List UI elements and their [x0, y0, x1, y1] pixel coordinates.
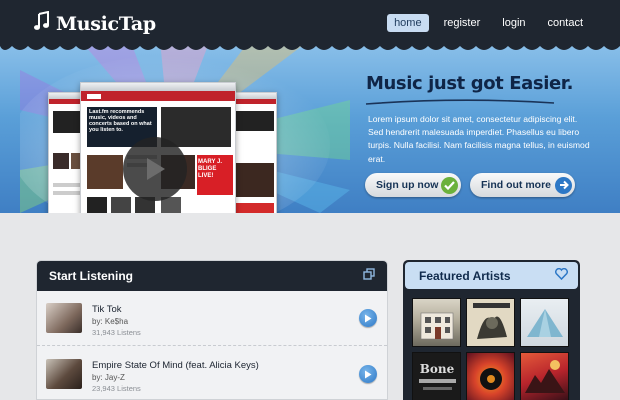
track-play-button[interactable] [359, 309, 377, 327]
popout-icon[interactable] [363, 267, 375, 285]
screenshot-promo: MARY J. BLIGE LIVE! [198, 159, 223, 179]
find-out-more-label: Find out more [481, 179, 551, 191]
featured-artists-header: Featured Artists [405, 262, 578, 289]
hero-section: Last.fm recommends music, videos and con… [0, 40, 620, 213]
heart-icon[interactable] [555, 267, 568, 285]
track-album-art [46, 359, 82, 389]
play-icon [147, 158, 165, 180]
sign-up-button[interactable]: Sign up now [365, 173, 461, 197]
arrow-right-circle-icon [555, 176, 572, 194]
album-cover[interactable] [412, 298, 461, 347]
logo-text: MusicTap [56, 12, 156, 35]
track-row[interactable]: Tik Tok by: Ke$ha 31,943 Listens [37, 291, 387, 346]
nav-contact[interactable]: contact [541, 14, 590, 32]
find-out-more-button[interactable]: Find out more [470, 173, 575, 197]
track-artist: by: Jay-Z [92, 373, 125, 382]
nav-login[interactable]: login [495, 14, 532, 32]
hero-title-underline [365, 99, 555, 105]
featured-artists-panel: Featured Artists Bone [403, 260, 580, 400]
play-icon [365, 314, 372, 322]
start-listening-title: Start Listening [49, 269, 134, 283]
track-listens: 31,943 Listens [92, 328, 141, 337]
start-listening-panel: Start Listening Tik Tok by: Ke$ha 31,943… [36, 260, 388, 400]
nav-home[interactable]: home [387, 14, 429, 32]
header-scallop-edge [0, 40, 620, 50]
album-cover[interactable] [466, 298, 515, 347]
logo[interactable]: MusicTap [34, 10, 156, 36]
nav-register[interactable]: register [437, 14, 488, 32]
start-listening-header: Start Listening [37, 261, 387, 291]
sign-up-label: Sign up now [376, 179, 439, 191]
video-play-button[interactable] [123, 137, 187, 201]
svg-text:Bone: Bone [420, 362, 455, 376]
featured-artists-title: Featured Artists [419, 268, 511, 283]
music-note-icon [34, 10, 50, 36]
album-cover[interactable] [520, 298, 569, 347]
hero-title: Music just got Easier. [366, 73, 574, 94]
track-title: Empire State Of Mind (feat. Alicia Keys) [92, 360, 259, 371]
track-listens: 23,943 Listens [92, 384, 141, 393]
track-title: Tik Tok [92, 304, 122, 315]
hero-description: Lorem ipsum dolor sit amet, consectetur … [368, 114, 590, 164]
check-circle-icon [441, 176, 458, 194]
track-row[interactable]: Empire State Of Mind (feat. Alicia Keys)… [37, 347, 387, 399]
screenshot-right [231, 92, 277, 213]
screenshot-tagline: Last.fm recommends music, videos and con… [89, 109, 152, 133]
play-icon [365, 370, 372, 378]
track-artist: by: Ke$ha [92, 317, 129, 326]
album-cover[interactable] [466, 352, 515, 400]
album-cover[interactable] [520, 352, 569, 400]
track-play-button[interactable] [359, 365, 377, 383]
track-album-art [46, 303, 82, 333]
main-nav: home register login contact [387, 14, 590, 32]
album-cover[interactable]: Bone [412, 352, 461, 400]
